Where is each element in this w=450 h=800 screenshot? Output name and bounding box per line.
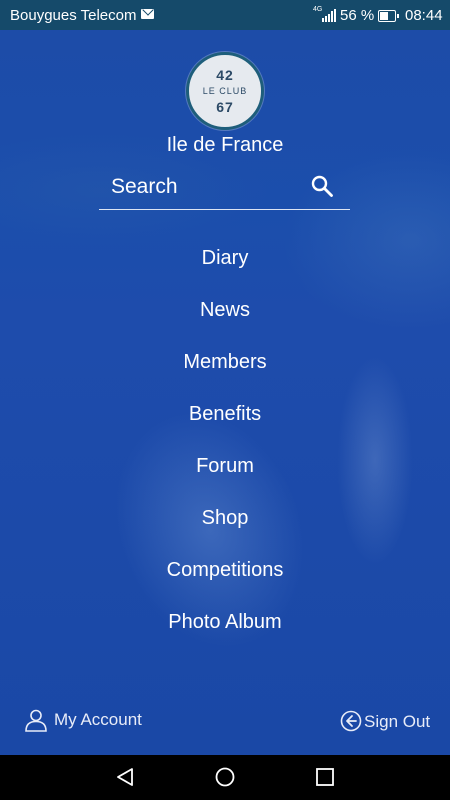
menu-item-photo-album[interactable]: Photo Album bbox=[0, 602, 450, 642]
clock: 08:44 bbox=[405, 7, 443, 24]
home-icon[interactable] bbox=[215, 767, 235, 787]
signout-icon bbox=[340, 710, 362, 732]
signal-icon bbox=[322, 9, 336, 22]
menu-item-competitions[interactable]: Competitions bbox=[0, 550, 450, 590]
search-icon[interactable] bbox=[310, 174, 334, 198]
battery-percent: 56 % bbox=[340, 7, 375, 24]
carrier-name: Bouygues Telecom bbox=[10, 7, 137, 24]
recents-icon[interactable] bbox=[315, 767, 335, 787]
battery-icon bbox=[378, 10, 399, 22]
logo-club-text: LE CLUB bbox=[202, 86, 248, 96]
menu-item-benefits[interactable]: Benefits bbox=[0, 394, 450, 434]
sign-out-link[interactable]: Sign Out bbox=[340, 708, 440, 736]
menu-item-news[interactable]: News bbox=[0, 290, 450, 330]
mail-icon bbox=[141, 9, 154, 19]
menu-item-members[interactable]: Members bbox=[0, 342, 450, 382]
menu-item-diary[interactable]: Diary bbox=[0, 238, 450, 278]
my-account-label: My Account bbox=[54, 710, 142, 729]
logo-top-number: 42 bbox=[216, 67, 234, 83]
user-icon bbox=[25, 709, 47, 732]
status-bar: Bouygues Telecom 4G 56 % 08:44 bbox=[0, 0, 450, 30]
menu-item-forum[interactable]: Forum bbox=[0, 446, 450, 486]
network-type: 4G bbox=[313, 6, 323, 13]
search-input[interactable] bbox=[111, 172, 301, 202]
club-logo: 42 LE CLUB 67 bbox=[186, 52, 264, 130]
logo-bottom-number: 67 bbox=[216, 99, 234, 115]
menu-item-shop[interactable]: Shop bbox=[0, 498, 450, 538]
region-title: Ile de France bbox=[166, 134, 284, 156]
system-nav-bar bbox=[0, 755, 450, 800]
sign-out-label: Sign Out bbox=[364, 712, 431, 731]
back-icon[interactable] bbox=[115, 767, 135, 787]
